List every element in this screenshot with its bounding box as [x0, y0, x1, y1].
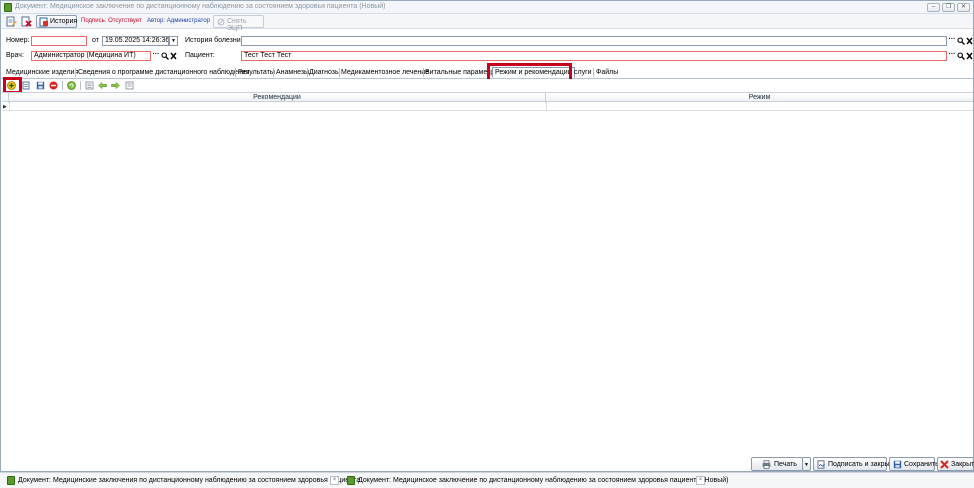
recommendations-grid: Рекомендации Режим ▶ — [2, 92, 973, 111]
document-app-icon — [7, 476, 15, 485]
date-field[interactable]: 19.05.2025 14:26:36 — [102, 36, 169, 46]
restore-button[interactable]: ❐ — [942, 3, 955, 12]
document-app-icon — [4, 3, 12, 12]
case-history-more-button[interactable]: ··· — [948, 36, 956, 45]
printer-icon — [762, 460, 771, 469]
patient-more-button[interactable]: ··· — [948, 51, 956, 60]
tab-separator — [307, 68, 308, 77]
arrow-left-icon[interactable] — [98, 81, 107, 90]
minimize-button[interactable]: – — [927, 3, 940, 12]
cell-divider — [9, 102, 10, 111]
print-button[interactable]: Печать — [751, 457, 803, 471]
close-label: Закрыть — [951, 461, 974, 468]
taskbar-item-list[interactable]: Документ: Медицинские заключения по дист… — [7, 475, 360, 487]
export-icon[interactable] — [125, 81, 134, 90]
print-label: Печать — [774, 461, 797, 468]
case-history-search-icon[interactable] — [957, 37, 965, 45]
author-label: Автор: Администратор — [147, 18, 211, 24]
sign-document-icon — [817, 460, 825, 469]
patient-label: Пациент: — [185, 52, 215, 59]
close-window-button[interactable]: ✕ — [957, 3, 970, 12]
tab-separator — [75, 68, 76, 77]
tab-services[interactable]: слуги — [574, 67, 592, 78]
grid-toolbar — [1, 79, 973, 92]
sign-and-close-button[interactable]: Подписать и закрыть — [813, 457, 896, 471]
tab-separator — [339, 68, 340, 77]
title-bar: Документ: Медицинское заключение по дист… — [1, 1, 973, 14]
refresh-icon[interactable] — [67, 81, 76, 90]
tab-diagnoses[interactable]: Диагнозы — [309, 67, 340, 78]
tab-results[interactable]: Результаты — [238, 67, 275, 78]
doctor-clear-icon[interactable] — [170, 52, 177, 60]
save-record-icon[interactable] — [36, 81, 45, 90]
tab-files[interactable]: Файлы — [596, 67, 618, 78]
doctor-label: Врач: — [6, 52, 24, 59]
patient-field[interactable]: Тест Тест Тест — [241, 51, 947, 61]
date-dropdown-button[interactable]: ▼ — [169, 36, 178, 46]
patient-clear-icon[interactable] — [966, 52, 973, 60]
tab-vital-parameters[interactable]: Витальные параметр — [425, 67, 494, 78]
signature-remove-icon — [217, 18, 225, 26]
list-view-icon[interactable] — [85, 81, 94, 90]
date-from-label: от — [92, 37, 99, 44]
document-edit-icon[interactable] — [6, 16, 17, 27]
history-button[interactable]: История — [36, 15, 77, 28]
document-taskbar: Документ: Медицинские заключения по дист… — [0, 472, 974, 488]
save-label: Сохранить — [904, 461, 939, 468]
edit-record-icon[interactable] — [22, 81, 31, 90]
main-toolbar: История Подпись: Отсутствует Автор: Адми… — [1, 14, 973, 32]
grid-header: Рекомендации Режим — [2, 92, 973, 103]
number-label: Номер: — [6, 37, 30, 44]
close-icon — [940, 460, 949, 469]
cell-divider — [546, 102, 547, 111]
chevron-down-icon: ▼ — [804, 462, 809, 468]
tab-monitoring-program[interactable]: Сведения о программе дистанционного набл… — [78, 67, 249, 78]
remove-ecp-label: Снять ЭЦП — [227, 18, 247, 32]
signature-status: Подпись: Отсутствует — [81, 18, 142, 24]
case-history-clear-icon[interactable] — [966, 37, 973, 45]
row-pointer-icon: ▶ — [3, 104, 7, 110]
taskbar-item-label: Документ: Медицинское заключение по дист… — [358, 477, 729, 484]
taskbar-item-label: Документ: Медицинские заключения по дист… — [18, 477, 361, 484]
delete-record-icon[interactable] — [49, 81, 58, 90]
tab-drug-treatment[interactable]: Медикаментозное лечение — [341, 67, 429, 78]
close-button[interactable]: Закрыть — [937, 457, 974, 471]
doctor-search-icon[interactable] — [161, 52, 169, 60]
case-history-label: История болезни: — [185, 37, 243, 44]
sign-and-close-label: Подписать и закрыть — [828, 461, 897, 468]
window-title: Документ: Медицинское заключение по дист… — [15, 3, 386, 10]
tab-separator — [273, 68, 274, 77]
taskbar-close-icon[interactable]: × — [330, 476, 339, 485]
remove-ecp-button[interactable]: Снять ЭЦП — [213, 15, 264, 32]
toolbar-separator — [62, 81, 63, 90]
document-delete-icon[interactable] — [21, 16, 32, 27]
toolbar-separator — [80, 81, 81, 90]
number-field[interactable] — [31, 36, 87, 46]
print-dropdown-button[interactable]: ▼ — [802, 457, 811, 471]
doctor-more-button[interactable]: ··· — [152, 51, 160, 60]
case-history-field[interactable] — [241, 36, 947, 46]
tab-anamnesis[interactable]: Анамнезы — [276, 67, 309, 78]
document-window: Документ: Медицинское заключение по дист… — [0, 0, 974, 472]
tab-separator — [593, 68, 594, 77]
arrow-right-icon[interactable] — [111, 81, 120, 90]
history-label: История — [50, 18, 78, 25]
table-row[interactable]: ▶ — [2, 102, 973, 111]
taskbar-item-current[interactable]: Документ: Медицинское заключение по дист… — [347, 475, 728, 487]
doctor-field[interactable]: Администратор (Медицина ИТ) — [31, 51, 151, 61]
tab-separator — [423, 68, 424, 77]
tab-separator — [235, 68, 236, 77]
floppy-disk-icon — [893, 460, 902, 469]
save-button[interactable]: Сохранить — [889, 457, 939, 471]
history-icon — [39, 17, 48, 27]
document-app-icon — [347, 476, 355, 485]
patient-search-icon[interactable] — [957, 52, 965, 60]
taskbar-close-icon[interactable]: × — [696, 476, 705, 485]
